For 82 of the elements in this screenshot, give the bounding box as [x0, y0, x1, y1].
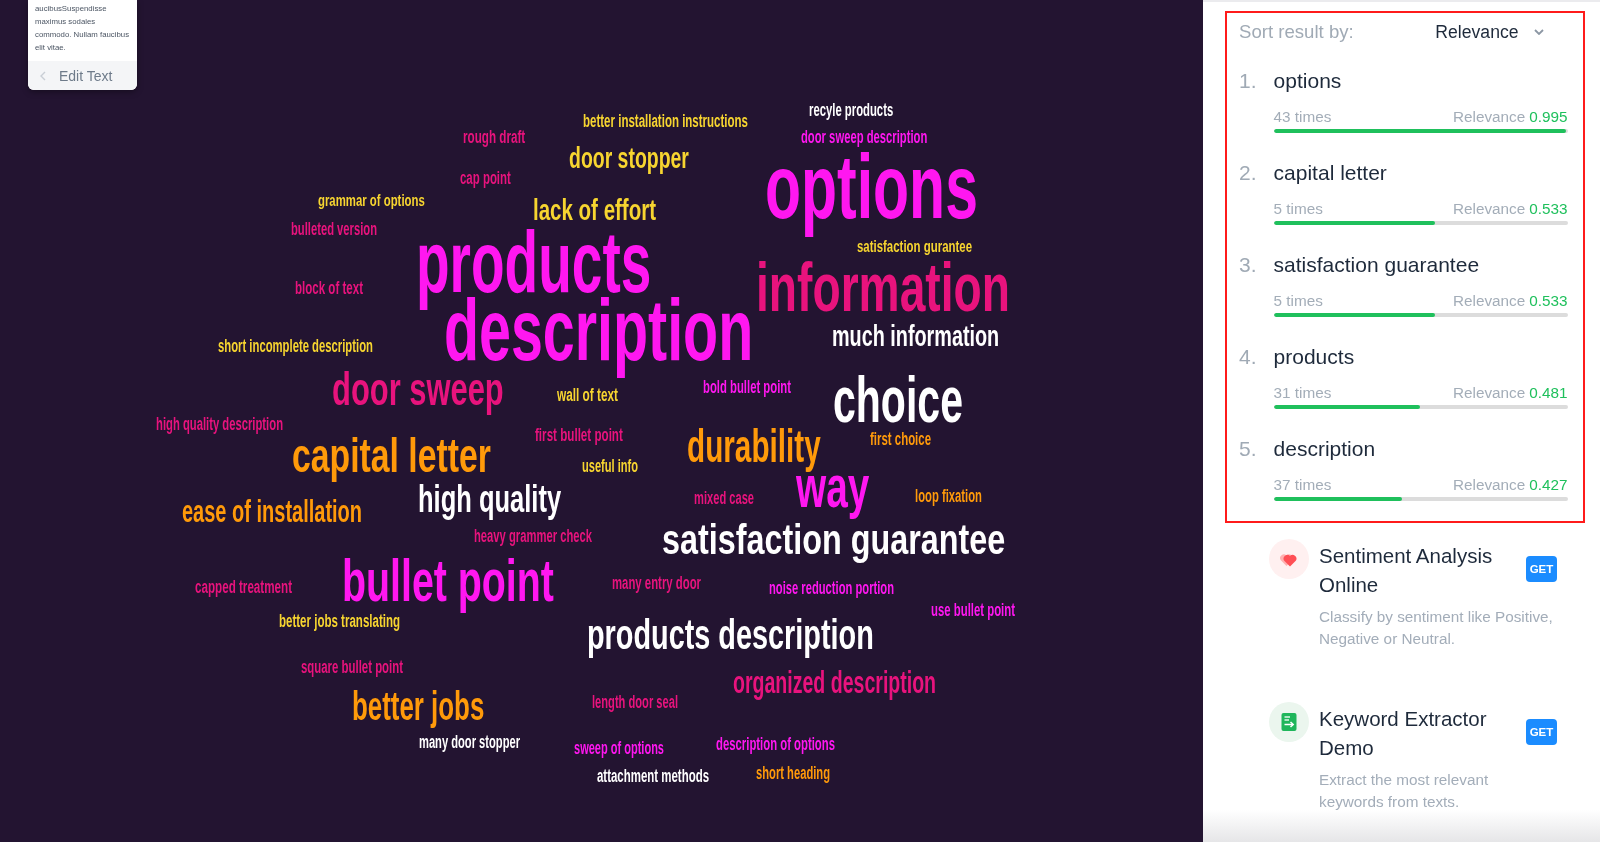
get-button[interactable]: GET [1526, 719, 1557, 745]
keyword-term: description [1273, 436, 1377, 462]
relevance-score: 0.995 [1529, 108, 1568, 126]
relevance-label: Relevance [1452, 476, 1526, 494]
cloud-word: recyle products [809, 103, 894, 121]
cloud-word: grammar of options [318, 193, 425, 211]
cloud-word: noise reduction portion [769, 580, 894, 599]
cloud-word: much information [832, 323, 1000, 350]
sort-dropdown[interactable]: Relevance [1435, 21, 1544, 43]
keyword-term: capital letter [1273, 160, 1388, 186]
cloud-word: options [765, 148, 978, 239]
app-title: Sentiment Analysis Online [1319, 542, 1494, 598]
relevance-score: 0.427 [1529, 476, 1568, 494]
chevron-down-icon [1533, 29, 1544, 35]
rank-number: 1. [1239, 68, 1258, 94]
cloud-word: organized description [733, 668, 937, 700]
cloud-word: rough draft [463, 130, 526, 148]
cloud-word: lack of effort [533, 197, 656, 224]
cloud-word: useful info [582, 458, 638, 475]
cloud-word: better jobs [352, 688, 485, 729]
cloud-word: ease of installation [182, 496, 363, 525]
rank-number: 3. [1239, 252, 1258, 278]
cloud-word: door stopper [569, 146, 689, 176]
relevance-score: 0.533 [1529, 200, 1568, 218]
cloud-word: cap point [460, 171, 511, 189]
cloud-word: door sweep description [801, 130, 928, 148]
relevance-label: Relevance [1452, 108, 1526, 126]
keyword-term: products [1273, 344, 1356, 370]
relevance-label: Relevance [1452, 384, 1526, 402]
rank-number: 2. [1239, 160, 1258, 186]
cloud-word: description of options [716, 736, 835, 755]
app-description: Classify by sentiment like Positive, Negative or Neutral. [1319, 607, 1554, 649]
cloud-word: length door seal [592, 694, 678, 713]
cloud-word: high quality [418, 483, 562, 522]
cloud-word: short heading [756, 765, 830, 784]
get-button[interactable]: GET [1526, 556, 1557, 582]
rank-number: 4. [1239, 344, 1258, 370]
cloud-word: loop fixation [915, 488, 982, 507]
app-title: Keyword Extractor Demo [1319, 705, 1488, 761]
cloud-word: many entry door [612, 575, 701, 594]
app-description: Extract the most relevant keywords from texts. [1319, 770, 1490, 812]
occurrence-count: 43 times [1273, 108, 1332, 126]
relevance-score: 0.481 [1529, 384, 1568, 402]
cloud-word: first choice [870, 431, 931, 448]
cloud-word: door sweep [332, 368, 504, 416]
chevron-left-icon [40, 70, 46, 81]
cloud-word: choice [833, 370, 963, 429]
relevance-score: 0.533 [1529, 292, 1568, 310]
keyword-term: options [1273, 68, 1343, 94]
relevance-label: Relevance [1452, 292, 1526, 310]
cloud-word: first bullet point [535, 427, 623, 446]
cloud-word: bulleted version [291, 221, 378, 238]
cloud-word: high quality description [156, 416, 283, 435]
occurrence-count: 37 times [1273, 476, 1332, 494]
cloud-word: better jobs translating [279, 613, 400, 632]
cloud-word: satisfaction guarantee [662, 521, 1006, 565]
sort-label: Sort result by: [1239, 21, 1354, 43]
rank-number: 5. [1239, 436, 1258, 462]
cloud-word: satisfaction gurantee [857, 239, 972, 257]
cloud-word: block of text [295, 280, 363, 297]
cloud-word: square bullet point [301, 659, 403, 678]
edit-text-button[interactable]: Edit Text [28, 61, 137, 90]
relevance-label: Relevance [1452, 200, 1526, 218]
occurrence-count: 5 times [1273, 292, 1323, 310]
cloud-word: heavy grammer check [474, 528, 593, 547]
cloud-word: attachment methods [597, 768, 709, 785]
cloud-word: use bullet point [931, 602, 1015, 621]
cloud-word: wall of text [557, 387, 618, 404]
cloud-word: bold bullet point [703, 379, 791, 398]
cloud-word: capital letter [292, 435, 491, 484]
cloud-word: mixed case [694, 490, 755, 507]
cloud-word: capped treatment [195, 579, 293, 598]
occurrence-count: 31 times [1273, 384, 1332, 402]
cloud-word: short incomplete description [218, 338, 373, 357]
cloud-word: products description [587, 616, 874, 660]
cloud-word: sweep of options [574, 740, 664, 759]
occurrence-count: 5 times [1273, 200, 1323, 218]
keyword-term: satisfaction guarantee [1273, 252, 1481, 278]
cloud-word: many door stopper [419, 734, 520, 753]
cloud-word: better installation instructions [583, 113, 748, 130]
cloud-word: information [756, 257, 1010, 318]
cloud-word: bullet point [342, 555, 554, 614]
